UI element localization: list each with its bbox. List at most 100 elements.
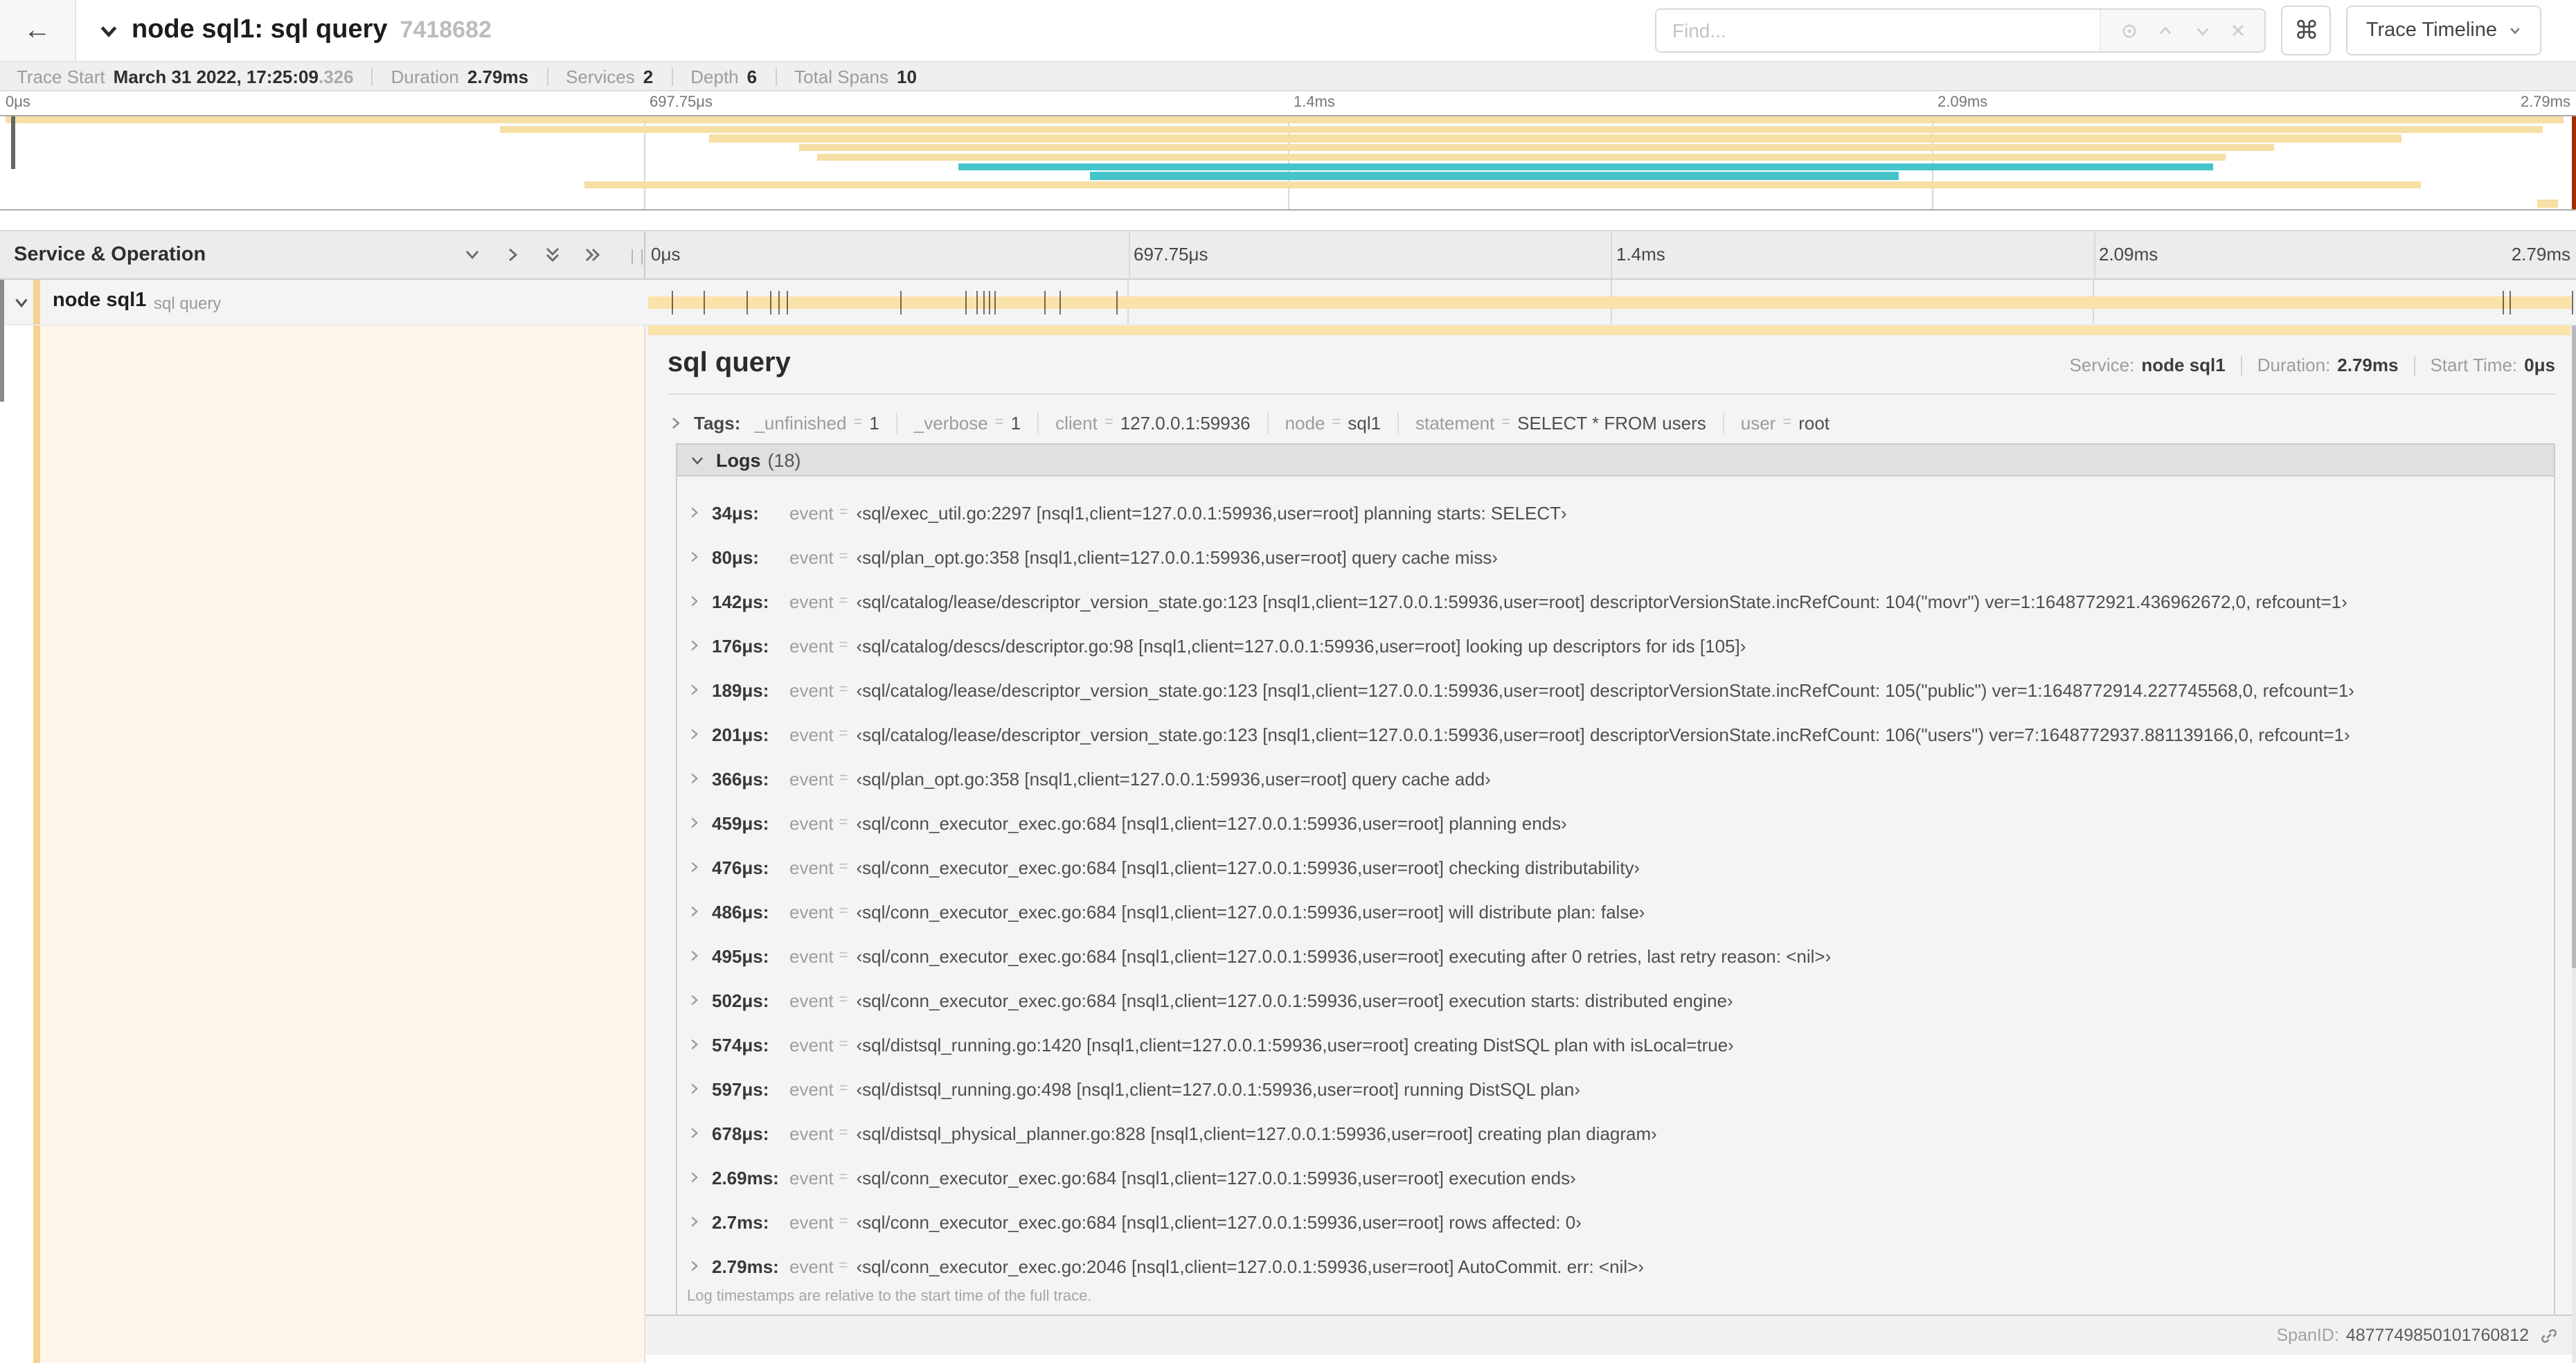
tag-item: statement = SELECT * FROM users bbox=[1415, 412, 1741, 433]
log-event-marker[interactable] bbox=[989, 291, 991, 314]
collapse-all-icon[interactable] bbox=[543, 245, 562, 265]
chevron-right-icon bbox=[687, 1170, 701, 1184]
stat-label: Depth bbox=[690, 66, 739, 87]
log-event-marker[interactable] bbox=[2572, 291, 2573, 314]
log-event-marker[interactable] bbox=[976, 291, 978, 314]
prev-match-icon[interactable] bbox=[2156, 21, 2174, 39]
info-label: Duration: bbox=[2257, 355, 2331, 375]
tree-scrollbar-thumb[interactable] bbox=[0, 280, 4, 402]
detail-scrollbar[interactable] bbox=[2572, 326, 2576, 1363]
log-entry[interactable]: 678μs: event = ‹sql/distsql_physical_pla… bbox=[687, 1111, 2548, 1155]
clear-find-icon[interactable] bbox=[2230, 22, 2246, 39]
log-event-marker[interactable] bbox=[983, 291, 985, 314]
log-entry[interactable]: 597μs: event = ‹sql/distsql_running.go:4… bbox=[687, 1067, 2548, 1111]
tick-label: 2.79ms bbox=[2511, 244, 2570, 265]
info-separator bbox=[2240, 355, 2242, 375]
log-entry[interactable]: 574μs: event = ‹sql/distsql_running.go:1… bbox=[687, 1022, 2548, 1067]
minimap-drag-handle-left[interactable] bbox=[11, 116, 15, 170]
column-resize-grip[interactable] bbox=[632, 249, 643, 265]
chevron-right-icon bbox=[687, 1037, 701, 1051]
log-event-marker[interactable] bbox=[900, 291, 902, 314]
log-entry[interactable]: 366μs: event = ‹sql/plan_opt.go:358 [nsq… bbox=[687, 756, 2548, 801]
span-row-node-sql1[interactable]: node sql1 sql query bbox=[0, 280, 2576, 326]
log-entry[interactable]: 201μs: event = ‹sql/catalog/lease/descri… bbox=[687, 712, 2548, 756]
log-timestamp: 597μs: bbox=[712, 1078, 769, 1099]
log-equals: = bbox=[839, 726, 848, 742]
log-event-marker[interactable] bbox=[1116, 291, 1118, 314]
trace-collapse-toggle[interactable] bbox=[98, 20, 119, 41]
log-event-marker[interactable] bbox=[778, 291, 780, 314]
log-entry[interactable]: 189μs: event = ‹sql/catalog/lease/descri… bbox=[687, 668, 2548, 712]
log-entry[interactable]: 2.7ms: event = ‹sql/conn_executor_exec.g… bbox=[687, 1200, 2548, 1244]
log-entry[interactable]: 2.79ms: event = ‹sql/conn_executor_exec.… bbox=[687, 1244, 2548, 1288]
info-separator bbox=[2413, 355, 2415, 375]
log-event-marker[interactable] bbox=[769, 291, 771, 314]
log-equals: = bbox=[839, 859, 848, 875]
log-field-key: event bbox=[789, 857, 834, 878]
log-field-value: ‹sql/catalog/lease/descriptor_version_st… bbox=[856, 724, 2350, 745]
log-timestamp: 366μs: bbox=[712, 768, 769, 789]
detail-scrollbar-thumb[interactable] bbox=[2572, 326, 2576, 969]
log-entry[interactable]: 486μs: event = ‹sql/conn_executor_exec.g… bbox=[687, 889, 2548, 934]
log-timestamp: 2.69ms: bbox=[712, 1167, 779, 1188]
detail-span-info: Service: node sql1 Duration: 2.79ms Star bbox=[2069, 355, 2555, 375]
log-entry[interactable]: 495μs: event = ‹sql/conn_executor_exec.g… bbox=[687, 934, 2548, 978]
chevron-right-icon bbox=[687, 1215, 701, 1229]
tag-value: root bbox=[1798, 412, 1830, 433]
logs-header[interactable]: Logs (18) bbox=[677, 445, 2554, 476]
collapse-one-icon[interactable] bbox=[463, 245, 482, 265]
log-entry[interactable]: 80μs: event = ‹sql/plan_opt.go:358 [nsql… bbox=[687, 535, 2548, 579]
log-event-marker[interactable] bbox=[2510, 291, 2512, 314]
logs-title: Logs bbox=[716, 449, 761, 470]
log-entry[interactable]: 476μs: event = ‹sql/conn_executor_exec.g… bbox=[687, 845, 2548, 889]
tick-label: 2.79ms bbox=[2520, 94, 2570, 111]
find-input[interactable] bbox=[1656, 10, 2100, 51]
log-entry[interactable]: 459μs: event = ‹sql/conn_executor_exec.g… bbox=[687, 801, 2548, 845]
log-event-marker[interactable] bbox=[994, 291, 996, 314]
tag-item: _verbose = 1 bbox=[914, 412, 1055, 433]
log-equals: = bbox=[839, 1080, 848, 1097]
tag-key: _verbose bbox=[913, 412, 988, 433]
log-field-key: event bbox=[789, 1034, 834, 1055]
log-entry[interactable]: 34μs: event = ‹sql/exec_util.go:2297 [ns… bbox=[687, 490, 2548, 535]
log-entry[interactable]: 176μs: event = ‹sql/catalog/descs/descri… bbox=[687, 623, 2548, 668]
log-equals: = bbox=[839, 903, 848, 920]
tag-equals: = bbox=[1501, 414, 1511, 431]
expand-one-icon[interactable] bbox=[503, 245, 522, 265]
log-timestamp: 476μs: bbox=[712, 857, 769, 878]
span-row-timeline[interactable] bbox=[644, 280, 2576, 324]
expand-all-icon[interactable] bbox=[583, 245, 602, 265]
link-icon[interactable] bbox=[2540, 1326, 2558, 1344]
detail-info-item: Start Time: 0μs bbox=[2430, 355, 2555, 375]
log-timestamp: 459μs: bbox=[712, 812, 769, 833]
log-entry[interactable]: 2.69ms: event = ‹sql/conn_executor_exec.… bbox=[687, 1155, 2548, 1200]
stat-value: March 31 2022, 17:25:09 bbox=[113, 66, 319, 87]
chevron-right-icon bbox=[687, 860, 701, 874]
minimap-canvas[interactable] bbox=[0, 115, 2576, 211]
chevron-down-icon bbox=[98, 20, 119, 41]
log-event-marker[interactable] bbox=[787, 291, 789, 314]
log-event-marker[interactable] bbox=[965, 291, 966, 314]
log-event-marker[interactable] bbox=[703, 291, 705, 314]
span-duration-bar[interactable] bbox=[648, 291, 2573, 314]
log-event-marker[interactable] bbox=[746, 291, 748, 314]
tags-accordion[interactable]: Tags: _unfinished = 1 _verbose = 1 clien… bbox=[668, 404, 2555, 440]
chevron-down-icon[interactable] bbox=[12, 294, 30, 312]
trace-view-selector[interactable]: Trace Timeline bbox=[2346, 6, 2541, 55]
trace-stat: Depth 6 bbox=[690, 66, 794, 87]
next-match-icon[interactable] bbox=[2193, 21, 2211, 39]
log-event-marker[interactable] bbox=[1059, 291, 1062, 314]
chevron-right-icon bbox=[687, 506, 701, 519]
find-group bbox=[1655, 8, 2266, 53]
log-entry[interactable]: 142μs: event = ‹sql/catalog/lease/descri… bbox=[687, 579, 2548, 623]
log-event-marker[interactable] bbox=[671, 291, 673, 314]
log-event-marker[interactable] bbox=[1044, 291, 1046, 314]
log-equals: = bbox=[839, 504, 848, 521]
minimap-drag-handle-right[interactable] bbox=[2572, 116, 2576, 209]
log-event-marker[interactable] bbox=[2503, 291, 2505, 314]
locate-icon[interactable] bbox=[2120, 21, 2138, 39]
keyboard-shortcuts-button[interactable]: ⌘ bbox=[2281, 6, 2332, 55]
log-entry[interactable]: 502μs: event = ‹sql/conn_executor_exec.g… bbox=[687, 978, 2548, 1022]
page-title: node sql1: sql query bbox=[132, 15, 388, 44]
back-button[interactable]: ← bbox=[0, 0, 76, 61]
